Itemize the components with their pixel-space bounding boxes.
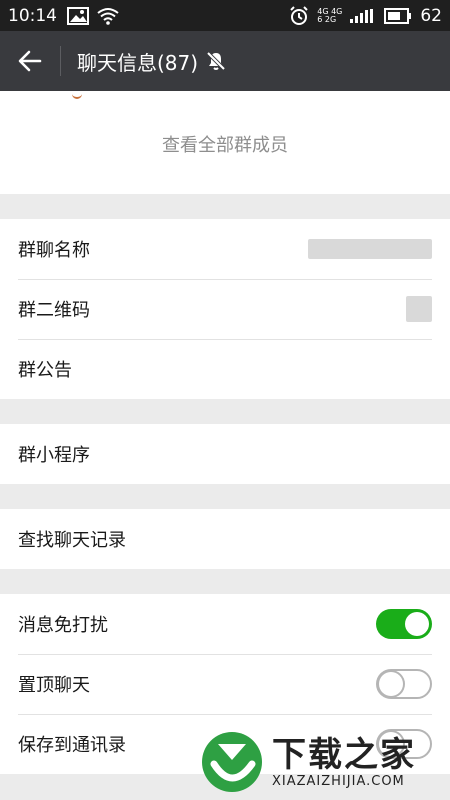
status-bar: 10:14 4G 4G 6 2G 62 — [0, 0, 450, 31]
search-history-label: 查找聊天记录 — [18, 530, 126, 551]
watermark-en: XIAZAIZHIJIA.COM — [272, 773, 405, 789]
view-all-members-link[interactable]: 查看全部群成员 — [0, 131, 450, 157]
qr-code-icon — [406, 296, 432, 322]
mute-row: 消息免打扰 — [0, 594, 450, 654]
download-logo-icon — [202, 732, 262, 792]
alarm-icon — [289, 5, 309, 26]
pin-label: 置顶聊天 — [18, 675, 90, 696]
mute-label: 消息免打扰 — [18, 615, 108, 636]
title-divider — [60, 46, 61, 76]
clock-time: 10:14 — [8, 5, 57, 26]
save-contacts-label: 保存到通讯录 — [18, 735, 126, 756]
title-bar: 聊天信息(87) — [0, 31, 450, 91]
search-history-row[interactable]: 查找聊天记录 — [0, 509, 450, 569]
group-name-row[interactable]: 群聊名称 — [0, 219, 450, 279]
network-bottom: 6 2G — [317, 14, 337, 24]
qr-code-row[interactable]: 群二维码 — [0, 279, 450, 339]
status-right: 4G 4G 6 2G 62 — [289, 6, 442, 26]
announcement-label: 群公告 — [18, 360, 72, 381]
members-section: 查看全部群成员 — [0, 91, 450, 194]
toggle-knob — [405, 612, 429, 636]
page-title: 聊天信息(87) — [77, 50, 199, 75]
mute-toggle[interactable] — [376, 609, 432, 639]
watermark-text: 下载之家 XIAZAIZHIJIA.COM — [272, 736, 416, 789]
member-avatar-partial — [72, 91, 82, 99]
wifi-icon — [97, 7, 119, 25]
toggle-knob — [379, 672, 403, 696]
bell-off-icon — [206, 51, 226, 71]
group-info-section: 群聊名称 群二维码 群公告 — [0, 219, 450, 399]
announcement-row[interactable]: 群公告 — [0, 339, 450, 399]
network-type: 4G 4G 6 2G — [317, 7, 342, 24]
battery-icon — [384, 7, 412, 24]
search-section: 查找聊天记录 — [0, 509, 450, 569]
watermark-cn: 下载之家 — [272, 734, 416, 775]
battery-level: 62 — [420, 5, 442, 26]
pin-row: 置顶聊天 — [0, 654, 450, 714]
mini-program-section: 群小程序 — [0, 424, 450, 484]
image-icon — [67, 6, 89, 25]
signal-icon — [350, 8, 376, 23]
watermark: 下载之家 XIAZAIZHIJIA.COM — [200, 724, 450, 800]
pin-toggle[interactable] — [376, 669, 432, 699]
arrow-left-icon — [18, 50, 42, 72]
back-button[interactable] — [0, 31, 60, 91]
mini-program-row[interactable]: 群小程序 — [0, 424, 450, 484]
mini-program-label: 群小程序 — [18, 445, 90, 466]
group-name-value-blurred — [308, 239, 432, 259]
group-name-label: 群聊名称 — [18, 240, 90, 261]
qr-code-label: 群二维码 — [18, 300, 90, 321]
